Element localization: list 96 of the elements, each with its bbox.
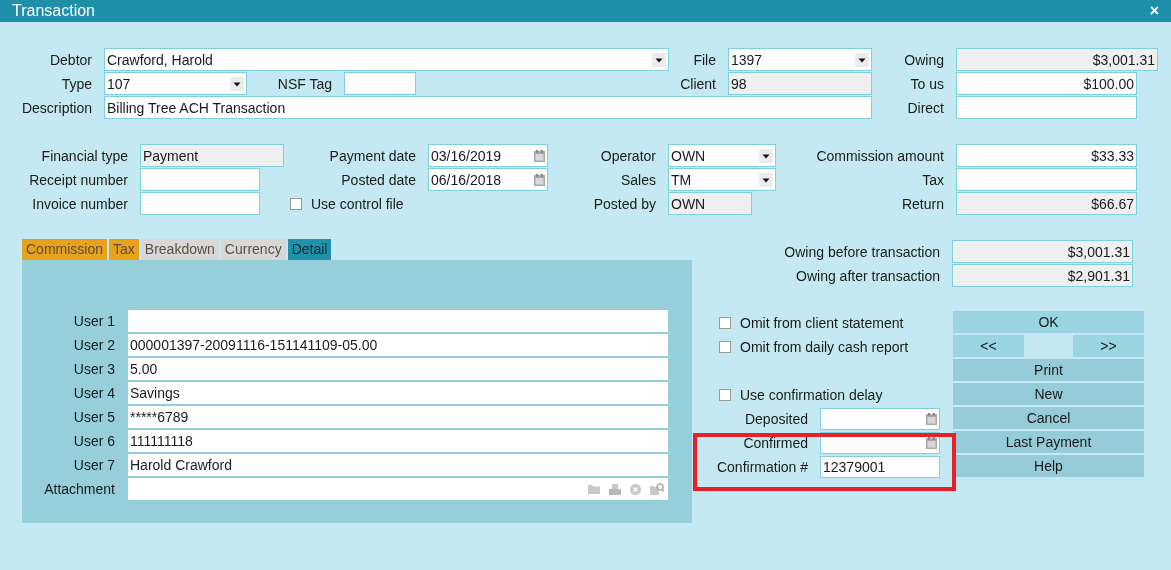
field-label: To us [909,75,945,92]
tab[interactable]: Currency [220,239,286,260]
input-field[interactable] [956,168,1137,191]
input-field[interactable]: OWN [668,192,752,215]
field-label: Tax [921,171,945,188]
attachment-field[interactable] [128,478,668,500]
action-button[interactable]: Last Payment [953,431,1144,453]
input-field[interactable] [956,96,1137,119]
field-label: User 2 [72,337,116,353]
field-label: Payment date [328,147,417,164]
tab[interactable]: Breakdown [140,239,219,260]
input-field[interactable]: $2,901.31 [952,264,1133,287]
input-field[interactable] [128,310,668,332]
checkbox-label: Use confirmation delay [740,387,883,403]
input-field[interactable]: $66.67 [956,192,1137,215]
input-field[interactable]: Billing Tree ACH Transaction [104,96,872,119]
action-button[interactable]: Cancel [953,407,1144,429]
field-label: Client [679,75,717,92]
input-field[interactable] [344,72,416,95]
field-label: Description [20,99,93,116]
field-label: Commission amount [815,147,945,164]
field-label: Direct [906,99,945,116]
input-field[interactable]: $100.00 [956,72,1137,95]
tab[interactable]: Commission [22,239,107,260]
action-button[interactable]: Print [953,359,1144,381]
checkbox-label: Omit from daily cash report [740,339,909,355]
remove-icon[interactable] [630,483,641,495]
tab[interactable]: Detail [287,239,332,260]
field-label: NSF Tag [276,75,333,92]
field-label: Operator [599,147,657,164]
date-field[interactable] [820,408,940,430]
field-label: User 1 [72,313,116,329]
dropdown-field[interactable]: Crawford, Harold [104,48,669,71]
field-label: Financial type [40,147,129,164]
folder-search-icon[interactable] [650,483,664,495]
checkbox[interactable] [719,317,731,329]
input-field[interactable]: $3,001.31 [952,240,1133,263]
dropdown-field[interactable]: TM [668,168,776,191]
date-field[interactable]: 03/16/2019 [428,144,548,167]
field-label: Debtor [48,51,93,68]
calendar-icon[interactable] [926,413,937,425]
input-field[interactable]: $3,001.31 [956,48,1158,71]
input-field[interactable]: 98 [728,72,872,95]
checkbox-label: Use control file [311,195,404,212]
field-label: Confirmed [742,435,809,451]
field-label: Posted by [592,195,657,212]
input-field[interactable]: Payment [140,144,284,167]
field-label: Owing after transaction [795,267,941,284]
calendar-icon[interactable] [534,149,545,162]
input-field[interactable] [140,168,260,191]
field-label: Deposited [743,411,809,427]
calendar-icon[interactable] [926,437,937,449]
field-label: Owing [903,51,945,68]
input-field[interactable] [140,192,260,215]
input-field[interactable]: 000001397-20091116-151141109-05.00 [128,334,668,356]
action-button[interactable]: >> [1073,335,1144,357]
field-label: User 3 [72,361,116,377]
field-label: Posted date [340,171,417,188]
folder-icon[interactable] [588,484,600,494]
input-field[interactable]: 12379001 [820,456,940,478]
field-label: Return [900,195,945,212]
field-label: User 7 [72,457,116,473]
field-label: File [692,51,717,68]
field-label: Invoice number [31,195,129,212]
input-field[interactable]: 111111118 [128,430,668,452]
field-label: User 5 [72,409,116,425]
action-button[interactable]: Help [953,455,1144,477]
input-field[interactable]: Savings [128,382,668,404]
close-button[interactable]: × [1149,2,1159,20]
checkbox[interactable] [719,389,731,401]
input-field[interactable]: *****6789 [128,406,668,428]
field-label: User 4 [72,385,116,401]
checkbox-label: Omit from client statement [740,315,904,331]
field-label: Sales [619,171,657,188]
printer-icon[interactable] [609,483,621,495]
field-label: Confirmation # [715,459,809,475]
dropdown-field[interactable]: OWN [668,144,776,167]
field-label: Receipt number [28,171,129,188]
field-label: Owing before transaction [783,243,941,260]
input-field[interactable]: $33.33 [956,144,1137,167]
input-field[interactable]: Harold Crawford [128,454,668,476]
dropdown-field[interactable]: 107 [104,72,247,95]
input-field[interactable]: 5.00 [128,358,668,380]
dropdown-field[interactable]: 1397 [728,48,872,71]
field-label: Type [60,75,93,92]
window-title: Transaction [12,2,95,20]
calendar-icon[interactable] [534,173,545,186]
action-button[interactable]: << [953,335,1024,357]
action-button[interactable]: OK [953,311,1144,333]
tab[interactable]: Tax [109,239,139,260]
action-button[interactable]: New [953,383,1144,405]
checkbox[interactable] [719,341,731,353]
field-label: Attachment [43,481,116,497]
checkbox[interactable] [290,197,302,210]
date-field[interactable]: 06/16/2018 [428,168,548,191]
field-label: User 6 [72,433,116,449]
